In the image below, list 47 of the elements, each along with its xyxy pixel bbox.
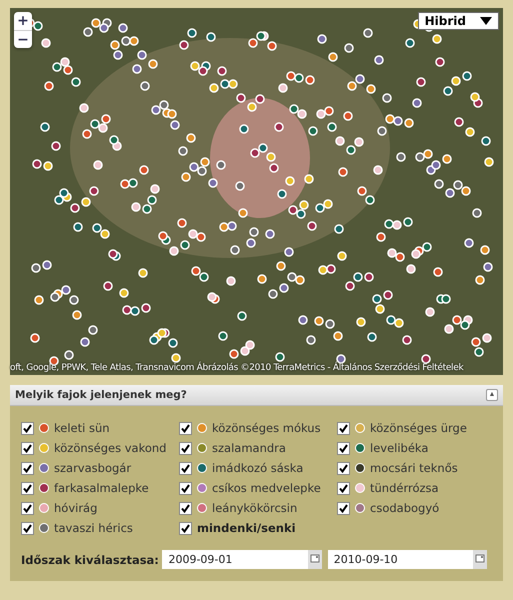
calendar-icon[interactable] — [473, 550, 487, 569]
checkbox[interactable] — [179, 422, 192, 434]
checkbox[interactable] — [21, 462, 34, 474]
species-label: csíkos medvelepke — [212, 481, 321, 495]
species-label: hóvirág — [54, 501, 98, 515]
checkbox[interactable] — [179, 462, 192, 474]
checkbox[interactable] — [179, 522, 192, 534]
map-attribution: oft, Google, PPWK, Tele Atlas, Transnavicom Ábrázolás ©2010 TerraMetrics - Általános Szerződési Feltételek — [10, 363, 464, 373]
species-label: szarvasbogár — [54, 461, 132, 475]
species-label: keleti sün — [54, 421, 110, 435]
species-label: imádkozó sáska — [212, 461, 304, 475]
checkbox[interactable] — [21, 422, 34, 434]
period-label: Időszak kiválasztasa: — [21, 552, 160, 566]
species-label: szalamandra — [212, 441, 286, 455]
checkbox[interactable] — [21, 502, 34, 514]
species-label: levelibéka — [370, 441, 428, 455]
select-all-label: mindenki/senki — [197, 521, 296, 535]
species-label: közönséges vakond — [54, 441, 166, 455]
checkbox[interactable] — [337, 462, 350, 474]
checkbox[interactable] — [179, 502, 192, 514]
checkbox[interactable] — [21, 522, 34, 534]
checkbox[interactable] — [21, 442, 34, 454]
checkbox[interactable] — [179, 442, 192, 454]
checkbox[interactable] — [21, 482, 34, 494]
species-label: leánykökörcsin — [212, 501, 298, 515]
species-label: közönséges ürge — [370, 421, 467, 435]
zoom-in-button[interactable]: + — [14, 12, 32, 30]
species-label: tündérrózsa — [370, 481, 439, 495]
checkbox[interactable] — [337, 442, 350, 454]
species-label: tavaszi hérics — [54, 521, 133, 535]
checkbox[interactable] — [337, 422, 350, 434]
zoom-out-button[interactable]: − — [14, 30, 32, 48]
date-to-field[interactable]: 2010-09-10 — [328, 550, 487, 569]
caret-icon — [480, 17, 492, 25]
calendar-icon[interactable] — [308, 550, 322, 569]
date-from-field[interactable]: 2009-09-01 — [162, 550, 322, 569]
date-value: 2010-09-10 — [334, 553, 398, 566]
checkbox[interactable] — [337, 502, 350, 514]
species-label: farkasalmalepke — [54, 481, 149, 495]
date-value: 2009-09-01 — [168, 553, 232, 566]
species-label: csodabogyó — [370, 501, 440, 515]
checkbox[interactable] — [179, 482, 192, 494]
checkbox[interactable] — [337, 482, 350, 494]
species-label: mocsári teknős — [370, 461, 458, 475]
map-type-dropdown[interactable]: Hibrid — [418, 12, 499, 30]
panel-title: Melyik fajok jelenjenek meg? — [15, 389, 187, 401]
species-label: közönséges mókus — [212, 421, 321, 435]
